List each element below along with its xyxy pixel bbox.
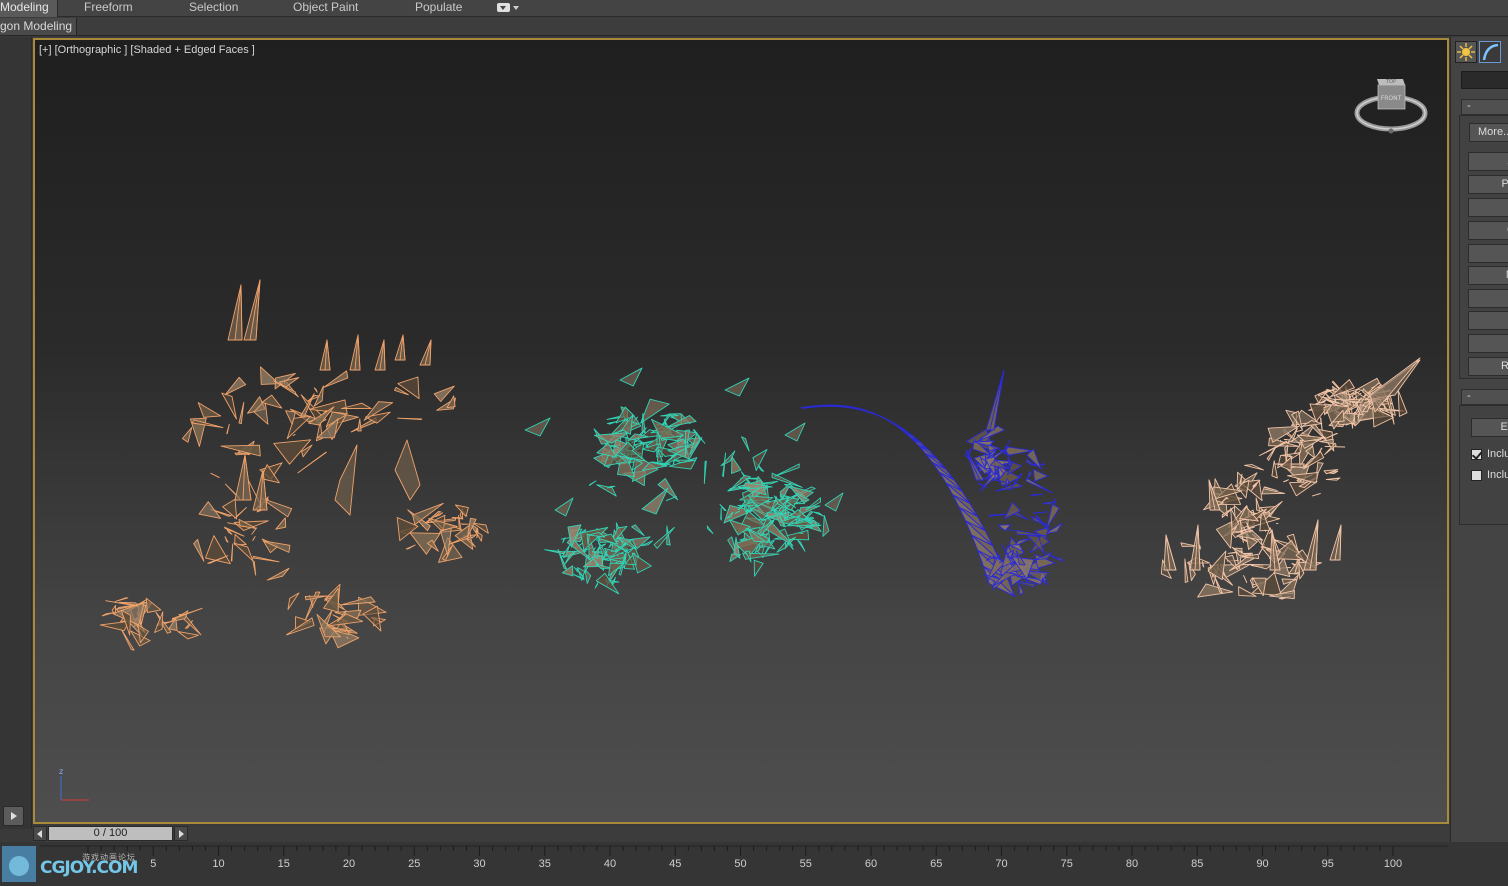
tab-populate[interactable]: Populate — [415, 0, 462, 17]
include-label-2: Inclu — [1487, 469, 1508, 481]
ruler-label: 45 — [669, 858, 681, 870]
axis-tripod-icon: z — [59, 768, 89, 801]
tab-object-paint[interactable]: Object Paint — [293, 0, 358, 17]
modifier-button-1[interactable]: A — [1468, 152, 1508, 171]
rollout-header-2[interactable]: - — [1461, 389, 1508, 405]
bone-pile-mesh[interactable] — [524, 367, 844, 595]
tab-freeform[interactable]: Freeform — [84, 0, 133, 17]
ruler-label: 25 — [408, 858, 420, 870]
viewcube-front-label: FRONT — [1381, 95, 1402, 102]
ribbon-tab-bar: Modeling Freeform Selection Object Paint… — [0, 0, 1508, 17]
ruler-label: 100 — [1384, 858, 1402, 870]
modify-icon[interactable] — [1479, 41, 1501, 63]
viewcube-top-label: TOP — [1385, 79, 1396, 85]
command-panel: - More... A Pe C M F Re - Ed Inclu Inclu — [1450, 37, 1508, 886]
ribbon-panel-bar: gon Modeling — [0, 17, 1508, 36]
edit-button[interactable]: Ed — [1471, 418, 1508, 437]
ruler-label: 30 — [473, 858, 485, 870]
modifier-button-8[interactable] — [1468, 311, 1508, 330]
ruler-label: 35 — [539, 858, 551, 870]
ruler-label: 20 — [343, 858, 355, 870]
ribbon-options-icon[interactable] — [497, 2, 523, 14]
track-bar-ruler[interactable]: 5 10 15 20 25 30 35 40 45 50 55 60 65 70 75 80 85 90 95 100 — [0, 842, 1508, 886]
watermark-emblem-icon — [2, 846, 36, 882]
include-checkbox-2[interactable] — [1471, 470, 1482, 481]
modifier-button-3[interactable] — [1468, 198, 1508, 217]
tab-selection[interactable]: Selection — [189, 0, 238, 17]
expand-ribbon-button[interactable] — [3, 806, 24, 826]
modifier-button-4[interactable]: C — [1468, 221, 1508, 240]
modifier-button-6[interactable]: M — [1468, 266, 1508, 285]
app-window: Modeling Freeform Selection Object Paint… — [0, 0, 1508, 886]
left-toolbar — [0, 37, 32, 829]
track-bar[interactable]: 5 10 15 20 25 30 35 40 45 50 55 60 65 70 75 80 85 90 95 100 — [0, 842, 1508, 886]
spine-nest-mesh[interactable] — [1160, 357, 1421, 600]
axis-z-label: z — [59, 768, 63, 776]
polygon-modeling-panel[interactable]: gon Modeling — [0, 18, 78, 35]
more-button[interactable]: More... — [1469, 123, 1508, 142]
prev-frame-button[interactable] — [33, 826, 47, 841]
ruler-label: 55 — [800, 858, 812, 870]
scene-canvas[interactable] — [35, 40, 1449, 824]
ruler-label: 85 — [1191, 858, 1203, 870]
include-checkbox-1[interactable] — [1471, 449, 1482, 460]
ruler-label: 60 — [865, 858, 877, 870]
modifier-button-9[interactable]: F — [1468, 334, 1508, 353]
modifier-button-5[interactable] — [1468, 244, 1508, 263]
ruler-label: 90 — [1256, 858, 1268, 870]
watermark-text: CGJOY.COM — [40, 858, 138, 878]
watermark-logo: 游戏动画论坛 CGJOY.COM — [0, 842, 160, 886]
ruler-label: 70 — [995, 858, 1007, 870]
object-name-field[interactable] — [1461, 71, 1508, 89]
viewcube-icon[interactable]: TOP FRONT — [1353, 73, 1429, 139]
ruler-label: 10 — [212, 858, 224, 870]
ruler-label: 15 — [278, 858, 290, 870]
time-slider[interactable]: 0 / 100 — [33, 826, 1449, 842]
modifier-button-2[interactable]: Pe — [1468, 175, 1508, 194]
tab-modeling[interactable]: Modeling — [0, 0, 58, 17]
modifier-button-10[interactable]: Re — [1468, 357, 1508, 376]
rollout-header[interactable]: - — [1461, 99, 1508, 115]
ruler-label: 75 — [1061, 858, 1073, 870]
skeleton-dragon-mesh[interactable] — [99, 279, 489, 651]
include-label-1: Inclu — [1487, 448, 1508, 460]
ruler-label: 80 — [1126, 858, 1138, 870]
curved-spike-mesh[interactable] — [800, 369, 1064, 597]
ruler-label: 95 — [1322, 858, 1334, 870]
ruler-label: 65 — [930, 858, 942, 870]
ruler-label: 40 — [604, 858, 616, 870]
ruler-label: 50 — [734, 858, 746, 870]
next-frame-button[interactable] — [174, 826, 188, 841]
time-slider-thumb[interactable]: 0 / 100 — [48, 826, 173, 841]
viewport-orthographic[interactable]: [+] [Orthographic ] [Shaded + Edged Face… — [33, 38, 1449, 824]
modifier-button-7[interactable] — [1468, 289, 1508, 308]
create-icon[interactable] — [1455, 41, 1477, 63]
viewport-label[interactable]: [+] [Orthographic ] [Shaded + Edged Face… — [39, 44, 255, 56]
